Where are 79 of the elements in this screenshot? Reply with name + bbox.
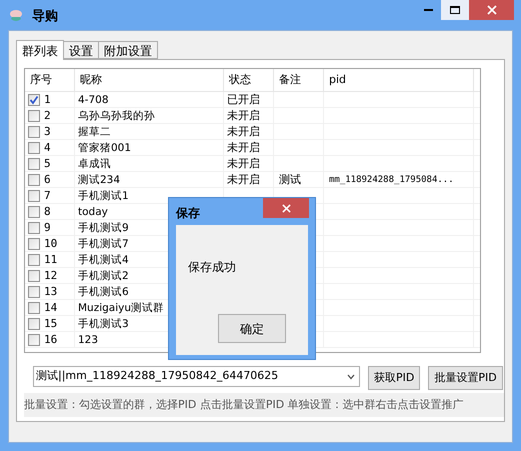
tab[interactable]: 附加设置: [99, 41, 158, 59]
checkbox[interactable]: [28, 318, 40, 330]
checkbox[interactable]: [28, 142, 40, 154]
checkbox[interactable]: [28, 334, 40, 346]
table-cell: 卓成讯: [78, 156, 111, 170]
tab[interactable]: 设置: [64, 41, 99, 59]
tab[interactable]: 群列表: [16, 40, 64, 60]
table-cell: 13: [44, 284, 58, 298]
table-cell: 6: [44, 172, 51, 186]
chevron-down-icon: [347, 374, 355, 380]
window-title: 导购: [32, 8, 58, 26]
table-cell: 手机测试7: [78, 236, 129, 250]
table-cell: 握草二: [78, 124, 111, 138]
table-cell: 14: [44, 300, 58, 314]
checkbox[interactable]: [28, 94, 40, 106]
close-icon: [282, 204, 290, 212]
checkbox[interactable]: [28, 302, 40, 314]
table-cell: 未开启: [227, 156, 260, 170]
table-cell: today: [78, 204, 108, 218]
table-cell: 测试: [279, 172, 301, 186]
checkbox[interactable]: [28, 110, 40, 122]
checkbox[interactable]: [28, 254, 40, 266]
dialog-message: 保存成功: [188, 259, 237, 276]
table-cell: 1: [44, 92, 51, 106]
checkbox[interactable]: [28, 206, 40, 218]
table-cell: 手机测试1: [78, 188, 129, 202]
table-cell: 16: [44, 332, 58, 346]
column-header[interactable]: 状态: [224, 69, 274, 91]
table-cell: 5: [44, 156, 51, 170]
table-cell: 已开启: [227, 92, 260, 106]
close-button[interactable]: [469, 0, 514, 20]
table-cell: 3: [44, 124, 51, 138]
column-header[interactable]: 序号: [25, 69, 75, 91]
table-cell: 123: [78, 332, 98, 346]
table-cell: 2: [44, 108, 51, 122]
table-cell: 管家猪001: [78, 140, 132, 154]
table-cell: 测试234: [78, 172, 120, 186]
table-cell: 12: [44, 268, 58, 282]
hint-text: 批量设置：勾选设置的群，选择PID 点击批量设置PID 单独设置：选中群右击点击设置推广: [24, 396, 464, 413]
checkbox[interactable]: [28, 286, 40, 298]
table-cell: 手机测试3: [78, 316, 129, 330]
table-cell: 10: [44, 236, 58, 250]
table-cell: 手机测试2: [78, 268, 129, 282]
table-cell: 未开启: [227, 140, 260, 154]
table-cell: 8: [44, 204, 51, 218]
table-cell: 未开启: [227, 172, 260, 186]
table-cell: 4: [44, 140, 51, 154]
ok-button[interactable]: 确定: [218, 314, 286, 343]
checkbox[interactable]: [28, 126, 40, 138]
column-header[interactable]: 备注: [274, 69, 324, 91]
checkbox[interactable]: [28, 190, 40, 202]
checkbox[interactable]: [28, 270, 40, 282]
action-button[interactable]: 批量设置PID: [428, 366, 503, 390]
table-cell: 7: [44, 188, 51, 202]
table-cell-text: mm_118924288_1795084...: [329, 174, 454, 186]
maximize-button[interactable]: [441, 0, 469, 20]
app-icon: [8, 7, 24, 23]
checkbox[interactable]: [28, 158, 40, 170]
column-header[interactable]: pid: [324, 69, 474, 91]
close-icon: [486, 5, 496, 15]
checkbox[interactable]: [28, 222, 40, 234]
table-cell: 未开启: [227, 124, 260, 138]
column-header[interactable]: 昵称: [75, 69, 224, 91]
checkbox[interactable]: [28, 238, 40, 250]
table-cell: 手机测试9: [78, 220, 129, 234]
action-button[interactable]: 获取PID: [368, 366, 420, 390]
table-cell: 手机测试6: [78, 284, 129, 298]
table-cell: 9: [44, 220, 51, 234]
dialog-title: 保存: [176, 205, 200, 222]
table-cell: 11: [44, 252, 58, 266]
table-cell: 手机测试4: [78, 252, 129, 266]
table-cell: 4-708: [78, 92, 109, 106]
table-cell: 乌孙乌孙我的孙: [78, 108, 155, 122]
table-cell: 15: [44, 316, 58, 330]
table-cell: Muzigaiyu测试群: [78, 300, 164, 314]
pid-dropdown[interactable]: 测试||mm_118924288_17950842_64470625: [33, 366, 360, 387]
close-button[interactable]: [263, 198, 309, 218]
checkbox[interactable]: [28, 174, 40, 186]
table-cell: 未开启: [227, 108, 260, 122]
